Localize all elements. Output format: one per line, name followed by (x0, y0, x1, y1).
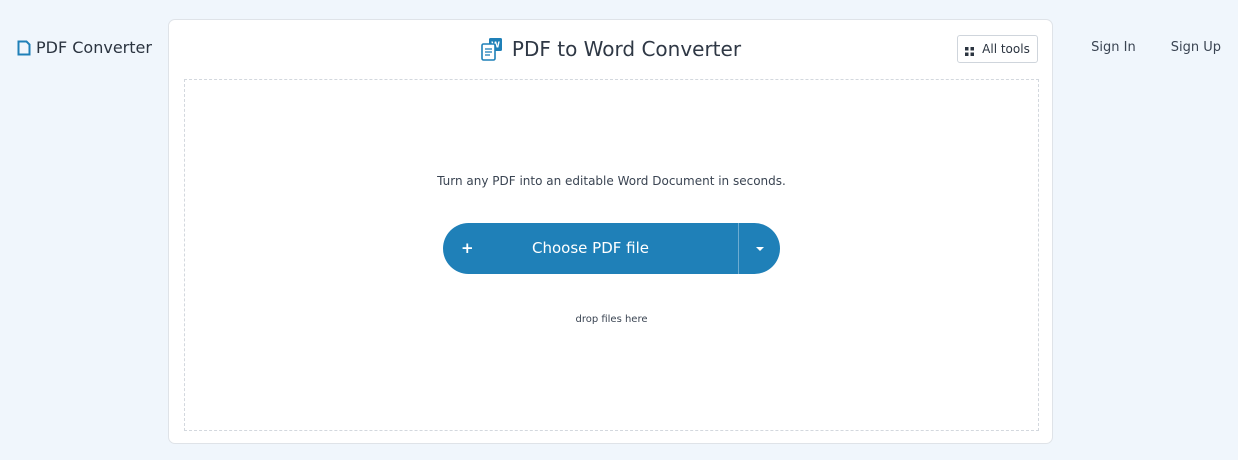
document-icon (16, 40, 32, 56)
all-tools-button[interactable]: All tools (957, 35, 1038, 63)
grid-icon (965, 45, 975, 56)
pdf-to-word-icon: W (480, 37, 504, 61)
choose-file-button[interactable]: + Choose PDF file (443, 223, 780, 274)
brand-logo[interactable]: PDF Converter (16, 38, 152, 57)
sign-up-link[interactable]: Sign Up (1171, 40, 1221, 55)
page-title: W PDF to Word Converter (169, 37, 1052, 61)
drop-hint: drop files here (575, 314, 648, 325)
file-dropzone[interactable]: Turn any PDF into an editable Word Docum… (184, 79, 1039, 431)
brand-name: PDF Converter (36, 38, 152, 57)
page-title-text: PDF to Word Converter (511, 37, 742, 61)
card-header: W PDF to Word Converter All tools (169, 20, 1052, 80)
tagline: Turn any PDF into an editable Word Docum… (437, 174, 786, 188)
converter-card: W PDF to Word Converter All tools (168, 19, 1053, 444)
all-tools-label: All tools (982, 42, 1030, 56)
chevron-down-icon[interactable] (739, 223, 780, 274)
sign-in-link[interactable]: Sign In (1091, 40, 1136, 55)
choose-file-label: Choose PDF file (532, 239, 649, 257)
auth-links: Sign In Sign Up (1091, 40, 1221, 55)
